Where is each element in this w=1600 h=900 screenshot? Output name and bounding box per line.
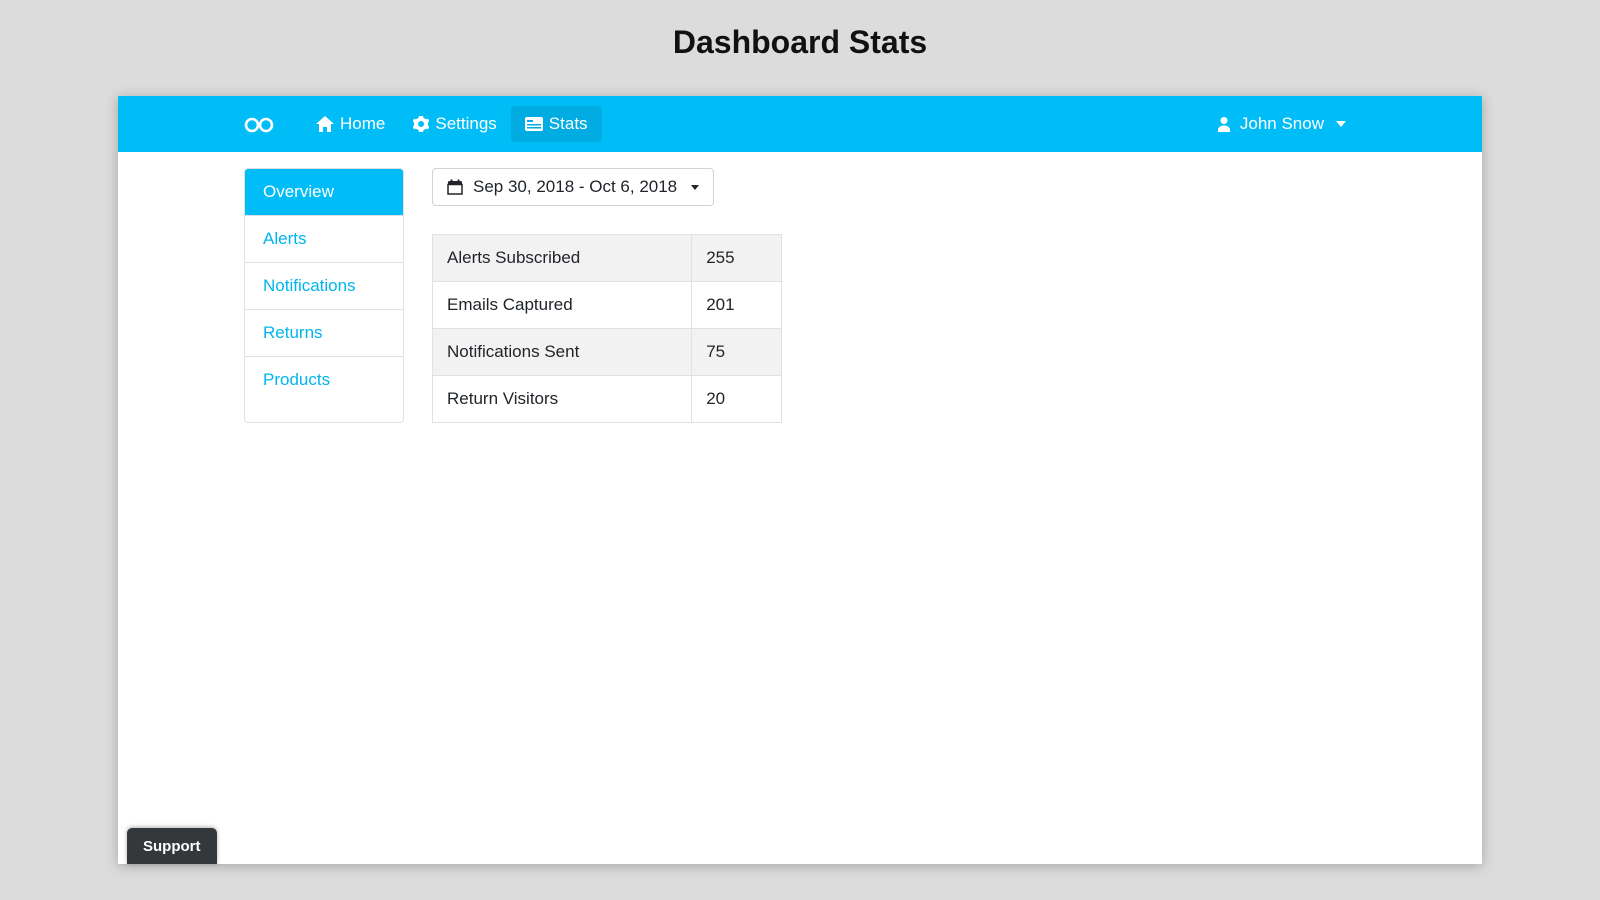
- support-button[interactable]: Support: [127, 828, 217, 864]
- user-name: John Snow: [1240, 114, 1324, 134]
- nav-item-label: Home: [340, 114, 385, 134]
- stat-label: Emails Captured: [433, 282, 692, 329]
- user-menu[interactable]: John Snow: [1206, 106, 1356, 142]
- sidebar-item-label: Overview: [263, 182, 334, 201]
- calendar-icon: [447, 179, 463, 195]
- sidebar-item-label: Products: [263, 370, 330, 389]
- stat-label: Return Visitors: [433, 376, 692, 423]
- navbar: Home Settings Stats: [118, 96, 1482, 152]
- nav-item-home[interactable]: Home: [302, 106, 399, 142]
- sidebar-item-products[interactable]: Products: [245, 357, 403, 403]
- table-row: Return Visitors 20: [433, 376, 782, 423]
- content: Overview Alerts Notifications Returns Pr…: [118, 152, 1482, 439]
- nav-item-label: Stats: [549, 114, 588, 134]
- stat-label: Notifications Sent: [433, 329, 692, 376]
- stat-value: 20: [692, 376, 782, 423]
- nav-item-label: Settings: [435, 114, 496, 134]
- stat-value: 255: [692, 235, 782, 282]
- page-title: Dashboard Stats: [0, 24, 1600, 61]
- sidebar: Overview Alerts Notifications Returns Pr…: [244, 168, 404, 423]
- nav-items: Home Settings Stats: [302, 106, 602, 142]
- chevron-down-icon: [1336, 121, 1346, 127]
- card-icon: [525, 117, 543, 131]
- app-window: Home Settings Stats: [118, 96, 1482, 864]
- binoculars-icon: [244, 114, 274, 134]
- user-icon: [1216, 116, 1232, 132]
- brand-logo[interactable]: [244, 114, 274, 134]
- sidebar-item-label: Notifications: [263, 276, 356, 295]
- main-panel: Sep 30, 2018 - Oct 6, 2018 Alerts Subscr…: [432, 168, 782, 423]
- chevron-down-icon: [691, 185, 699, 190]
- nav-item-stats[interactable]: Stats: [511, 106, 602, 142]
- date-range-picker[interactable]: Sep 30, 2018 - Oct 6, 2018: [432, 168, 714, 206]
- stat-value: 201: [692, 282, 782, 329]
- stats-table: Alerts Subscribed 255 Emails Captured 20…: [432, 234, 782, 423]
- gear-icon: [413, 116, 429, 132]
- sidebar-item-notifications[interactable]: Notifications: [245, 263, 403, 310]
- nav-item-settings[interactable]: Settings: [399, 106, 510, 142]
- stat-value: 75: [692, 329, 782, 376]
- sidebar-item-alerts[interactable]: Alerts: [245, 216, 403, 263]
- table-row: Alerts Subscribed 255: [433, 235, 782, 282]
- table-row: Notifications Sent 75: [433, 329, 782, 376]
- sidebar-item-label: Returns: [263, 323, 323, 342]
- sidebar-item-label: Alerts: [263, 229, 306, 248]
- stat-label: Alerts Subscribed: [433, 235, 692, 282]
- sidebar-item-overview[interactable]: Overview: [245, 169, 403, 216]
- sidebar-item-returns[interactable]: Returns: [245, 310, 403, 357]
- support-label: Support: [143, 838, 201, 855]
- home-icon: [316, 116, 334, 132]
- date-range-label: Sep 30, 2018 - Oct 6, 2018: [473, 177, 677, 197]
- table-row: Emails Captured 201: [433, 282, 782, 329]
